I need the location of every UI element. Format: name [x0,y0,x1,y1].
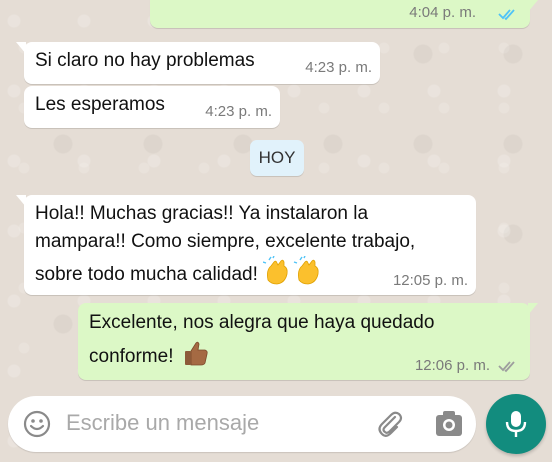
message-text-line: mampara!! Como siempre, excelente trabaj… [35,231,416,252]
message-text-line: Hola!! Muchas gracias!! Ya instalaron la [35,203,369,224]
message-time: 4:23 p. m. [205,103,272,120]
bubble-tail [528,0,538,12]
message-bubble-incoming[interactable]: Hola!! Muchas gracias!! Ya instalaron la… [16,195,476,295]
date-divider: HOY [250,140,304,176]
clapping-hands-emoji [263,255,319,285]
bubble-tail [528,303,538,315]
bubble-tail [16,195,26,207]
message-bubble-incoming[interactable]: Si claro no hay problemas 4:23 p. m. [16,42,380,84]
message-text-line: sobre todo mucha calidad! [35,264,258,285]
attach-icon[interactable] [374,408,406,440]
mic-icon [505,411,527,437]
message-bubble-outgoing[interactable]: Excelente, nos alegra que haya quedado c… [78,303,538,380]
emoji-icon[interactable] [22,409,52,439]
delivered-receipt-icon [498,361,515,373]
message-time: 4:04 p. m. [409,4,476,21]
message-composer: Escribe un mensaje [8,396,476,452]
message-time: 12:06 p. m. [414,357,490,374]
message-time: 4:23 p. m. [305,59,372,76]
message-time: 12:05 p. m. [392,272,468,289]
mic-button[interactable] [486,394,546,454]
thumbs-up-emoji [184,341,208,366]
message-text: Si claro no hay problemas [35,50,255,71]
message-bubble-incoming[interactable]: Les esperamos 4:23 p. m. [24,86,280,128]
camera-icon[interactable] [434,410,464,438]
read-receipt-icon [498,9,515,21]
message-input[interactable]: Escribe un mensaje [66,410,259,436]
message-text-line: conforme! [89,346,174,367]
message-text-line: Excelente, nos alegra que haya quedado [89,312,435,333]
message-text: Les esperamos [35,94,165,115]
bubble-tail [16,42,26,54]
message-bubble-outgoing[interactable]: 4:04 p. m. [150,0,538,28]
